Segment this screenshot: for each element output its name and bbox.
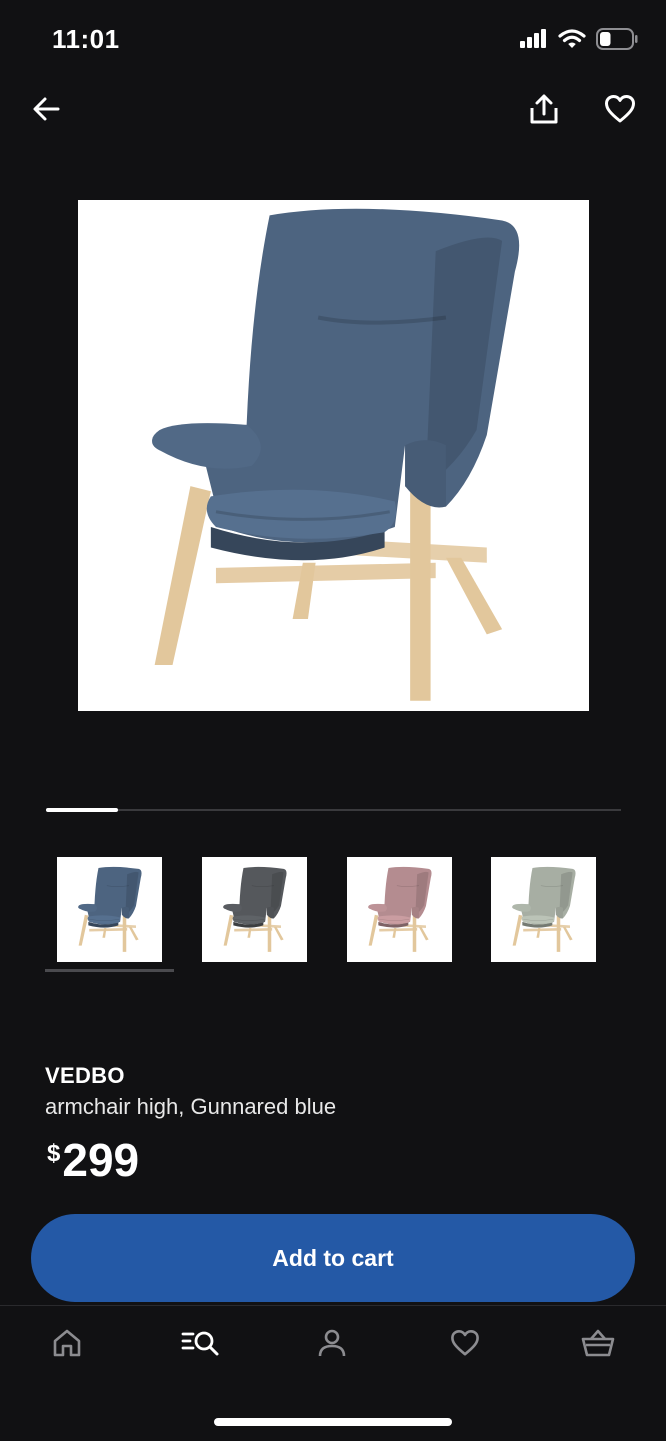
back-arrow-icon [31,94,61,129]
price-amount: 299 [62,1134,140,1186]
battery-icon [596,28,638,55]
tab-basket[interactable] [576,1328,620,1362]
thumbnail-dark-grey[interactable] [202,857,307,962]
thumbnail-image [347,857,452,962]
gallery-progress-track [46,808,621,812]
favorite-button[interactable] [600,88,640,134]
wifi-icon [558,29,586,54]
tab-profile[interactable] [310,1328,354,1362]
selected-thumbnail-indicator [45,969,174,972]
status-time: 11:01 [52,24,120,54]
home-indicator[interactable] [214,1418,452,1426]
thumbnail-blue[interactable] [57,857,162,962]
home-icon [52,1328,82,1363]
armchair-image [78,200,589,711]
share-button[interactable] [524,88,564,134]
tab-favourites[interactable] [443,1328,487,1362]
thumbnail-image [202,857,307,962]
price-currency: $ [47,1140,61,1167]
basket-icon [581,1328,615,1363]
share-icon [529,93,559,130]
gallery-progress-fill [46,808,118,812]
search-icon [180,1328,220,1363]
product-price: $ 299 [47,1132,139,1188]
thumbnail-image [491,857,596,962]
thumbnail-pink[interactable] [347,857,452,962]
top-nav-bar [0,88,666,138]
thumbnail-green[interactable] [491,857,596,962]
product-image[interactable] [78,200,589,711]
product-name: VEDBO [45,1063,125,1088]
profile-icon [317,1328,347,1363]
thumbnail-image [57,857,162,962]
status-icons [520,28,638,55]
tab-home[interactable] [45,1328,89,1362]
product-description: armchair high, Gunnared blue [45,1094,337,1119]
add-to-cart-button[interactable]: Add to cart [31,1214,635,1302]
tab-search[interactable] [178,1328,222,1362]
status-bar: 11:01 [0,0,666,80]
cellular-signal-icon [520,29,548,54]
back-button[interactable] [28,88,64,134]
heart-icon [604,94,636,129]
heart-icon [450,1329,480,1362]
